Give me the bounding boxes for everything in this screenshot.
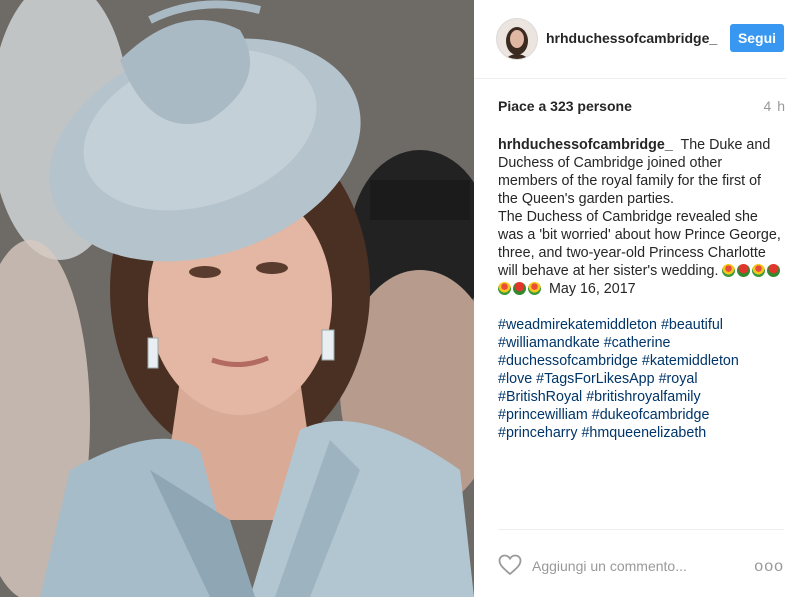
avatar[interactable] [496,18,538,60]
post-caption: hrhduchessofcambridge_ The Duke and Duch… [498,136,784,298]
bouquet-icon [752,264,766,277]
post-photo[interactable] [0,0,474,597]
hashtag-link[interactable]: #dukeofcambridge [592,407,710,423]
heart-outline-icon[interactable] [498,554,522,576]
hashtag-link[interactable]: #katemiddleton [642,353,739,369]
post-time[interactable]: 4 h [764,98,786,114]
hashtag-link[interactable]: #williamandkate [498,335,600,351]
follow-button[interactable]: Segui [730,24,784,52]
post-sidebar: hrhduchessofcambridge_ Segui Piace a 323… [474,0,786,597]
avatar-icon [497,19,537,59]
photo-illustration [0,0,474,597]
bouquet-icon [528,282,541,295]
hashtag-link[interactable]: #princeharry [498,425,577,441]
hashtag-link[interactable]: #beautiful [661,317,723,333]
bouquet-icon [722,264,736,277]
hashtag-link[interactable]: #catherine [604,335,671,351]
hashtag-link[interactable]: #duchessofcambridge [498,353,638,369]
rose-icon [513,282,526,295]
caption-username[interactable]: hrhduchessofcambridge_ [498,137,673,153]
caption-date: May 16, 2017 [548,281,636,297]
rose-icon [737,264,751,277]
instagram-post: hrhduchessofcambridge_ Segui Piace a 323… [0,0,786,597]
more-options-icon[interactable]: ooo [754,558,784,576]
header-username[interactable]: hrhduchessofcambridge_ [546,30,717,46]
hashtag-link[interactable]: #BritishRoyal [498,389,582,405]
comment-input[interactable] [532,556,732,576]
post-footer: ooo [498,529,784,598]
hashtag-link[interactable]: #britishroyalfamily [586,389,700,405]
hashtag-link[interactable]: #royal [659,371,698,387]
likes-count[interactable]: Piace a 323 persone [498,98,632,114]
hashtag-link[interactable]: #hmqueenelizabeth [581,425,706,441]
hashtag-link[interactable]: #princewilliam [498,407,588,423]
hashtag-list: #weadmirekatemiddleton #beautiful #willi… [498,316,784,442]
bouquet-icon [498,282,511,295]
hashtag-link[interactable]: #love [498,371,532,387]
hashtag-link[interactable]: #TagsForLikesApp [536,371,654,387]
hashtag-link[interactable]: #weadmirekatemiddleton [498,317,657,333]
post-header: hrhduchessofcambridge_ Segui [474,0,786,79]
rose-icon [767,264,781,277]
